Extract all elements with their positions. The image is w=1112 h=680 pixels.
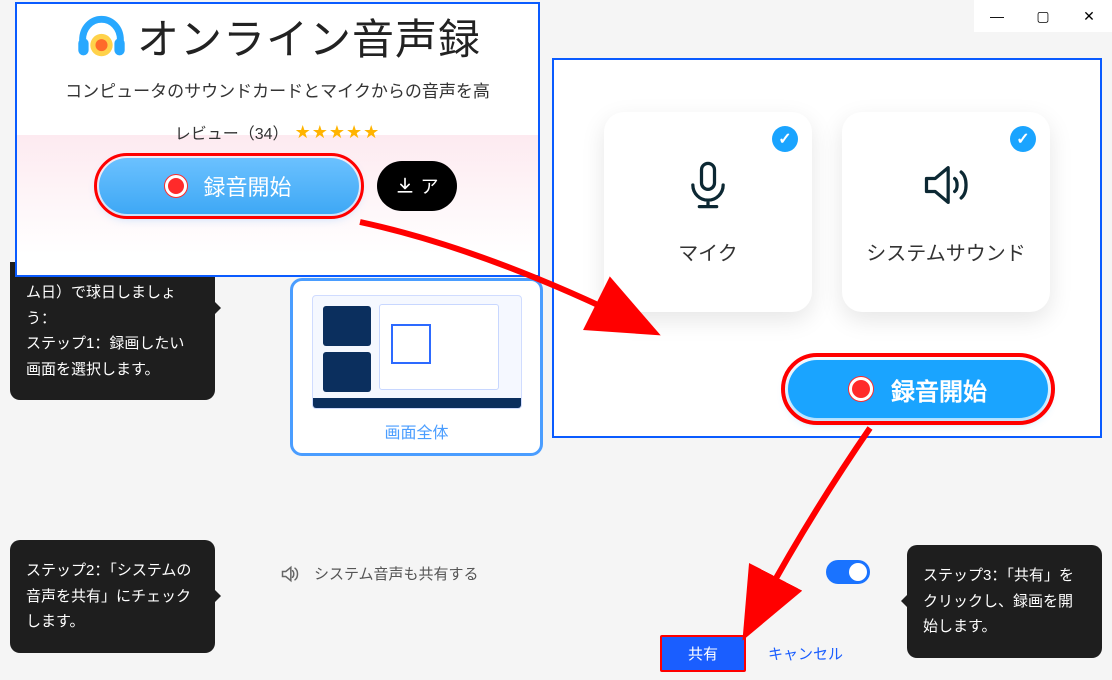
review-label: レビュー（34） [175, 120, 289, 144]
card-system-sound[interactable]: ✓ システムサウンド [842, 112, 1050, 312]
volume-icon [280, 564, 300, 584]
check-icon: ✓ [772, 126, 798, 152]
start-record-big-button[interactable]: 録音開始 [788, 360, 1048, 418]
arrow-2 [730, 420, 890, 650]
start-record-big-label: 録音開始 [891, 372, 987, 407]
arrow-1 [350, 210, 670, 360]
subtitle: コンピュータのサウンドカードとマイクからの音声を高 [65, 77, 490, 102]
speaker-icon [920, 159, 972, 211]
close-button[interactable]: ✕ [1066, 0, 1112, 32]
tip-step1-line2: ステップ1：録画したい画面を選択します。 [26, 331, 199, 382]
mic-icon [682, 159, 734, 211]
tip-step3: ステップ3：「共有」をクリックし、録画を開始します。 [907, 545, 1102, 658]
check-icon: ✓ [1010, 126, 1036, 152]
share-system-audio-label: システム音声も共有する [314, 563, 479, 584]
tip-step1: ム日）で球日しましょう： ステップ1：録画したい画面を選択します。 [10, 262, 215, 400]
tip-step2: ステップ2：「システムの音声を共有」にチェックします。 [10, 540, 215, 653]
start-record-button[interactable]: 録音開始 [99, 158, 359, 214]
stars-icon: ★★★★★ [295, 122, 381, 143]
share-system-audio-row: システム音声も共有する [280, 563, 479, 584]
headphone-record-icon [74, 9, 129, 64]
mic-label: マイク [678, 237, 738, 266]
start-record-label: 録音開始 [203, 170, 291, 202]
record-dot-icon [849, 377, 873, 401]
maximize-button[interactable]: ▢ [1020, 0, 1066, 32]
title: オンライン音声録 [137, 6, 481, 67]
system-sound-label: システムサウンド [866, 237, 1025, 266]
tip-step1-line1: ム日）で球日しましょう： [26, 280, 199, 331]
fullscreen-label: 画面全体 [293, 419, 540, 443]
record-dot-icon [165, 175, 187, 197]
download-button[interactable]: ア [377, 161, 457, 211]
download-label: ア [421, 173, 439, 199]
minimize-button[interactable]: — [974, 0, 1020, 32]
download-icon [395, 176, 415, 196]
